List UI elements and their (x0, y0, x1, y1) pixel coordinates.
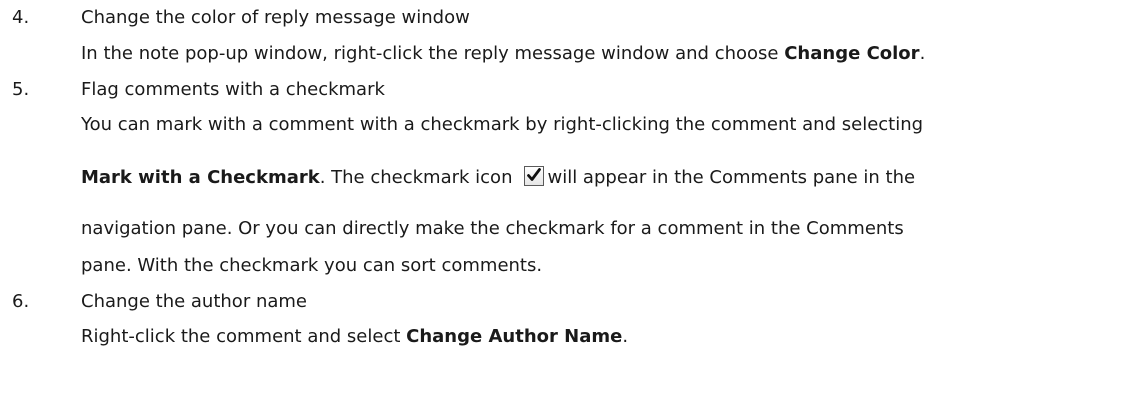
item-6-number: 6. (12, 291, 30, 312)
checkmark-checkbox-icon (524, 166, 545, 186)
item-4-body-end: . (919, 43, 926, 64)
item-5-line-1: You can mark with a comment with a check… (81, 114, 924, 135)
item-6-body-text: Right-click the comment and select (81, 326, 407, 347)
item-6-body-bold: Change Author Name (406, 326, 623, 347)
item-6-body: Right-click the comment and select Chang… (81, 325, 628, 349)
item-5-line-3: navigation pane. Or you can directly mak… (81, 218, 904, 239)
item-6-body-end: . (622, 326, 629, 347)
item-5-line-2: Mark with a Checkmark. The checkmark ico… (81, 166, 915, 190)
item-5-number: 5. (12, 79, 30, 100)
item-5-bold: Mark with a Checkmark (81, 167, 320, 188)
item-5-heading: Flag comments with a checkmark (81, 79, 385, 100)
item-4-body-text: In the note pop-up window, right-click t… (81, 43, 785, 64)
item-4-body-bold: Change Color (784, 43, 920, 64)
item-4-body: In the note pop-up window, right-click t… (81, 42, 925, 66)
item-6-heading: Change the author name (81, 291, 307, 312)
item-5-line-2-text: . The checkmark icon (319, 167, 513, 188)
item-5-line-2-end: will appear in the Comments pane in the (547, 167, 916, 188)
item-5-line-4: pane. With the checkmark you can sort co… (81, 255, 543, 276)
item-4-number: 4. (12, 7, 30, 28)
item-4-heading: Change the color of reply message window (81, 7, 470, 28)
